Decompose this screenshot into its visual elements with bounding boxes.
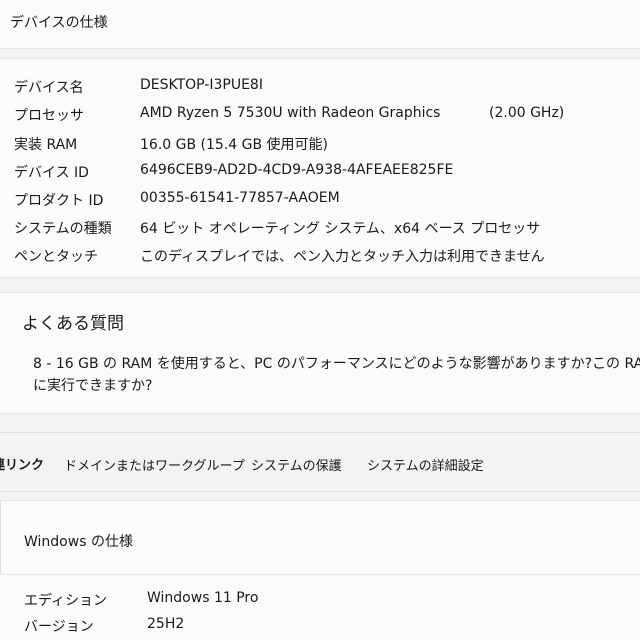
spec-row-product-id: プロダクト ID 00355-61541-77857-AAOEM bbox=[0, 187, 640, 215]
faq-question-link[interactable]: 8 - 16 GB の RAM を使用すると、PC のパフォーマンスにどのような… bbox=[33, 353, 640, 397]
related-links-label: 連リンク bbox=[0, 458, 45, 473]
spec-label: デバイス ID bbox=[14, 165, 89, 181]
system-about-page: デバイスの仕様 デバイス名 DESKTOP-I3PUE8I プロセッサ AMD … bbox=[0, 0, 640, 640]
processor-speed: (2.00 GHz) bbox=[489, 105, 565, 121]
win-row-edition: エディション Windows 11 Pro bbox=[0, 587, 640, 613]
spec-row-ram: 実装 RAM 16.0 GB (15.4 GB 使用可能) bbox=[0, 131, 640, 159]
related-links-bar: 連リンク ドメインまたはワークグループ システムの保護 システムの詳細設定 bbox=[0, 432, 640, 492]
spec-value: 00355-61541-77857-AAOEM bbox=[140, 190, 340, 206]
faq-question-line-2: に実行できますか? bbox=[33, 378, 153, 394]
spec-label: プロダクト ID bbox=[14, 193, 104, 209]
spec-label: プロセッサ bbox=[14, 108, 84, 124]
spec-label: デバイス名 bbox=[14, 80, 84, 96]
domain-workgroup-link[interactable]: ドメインまたはワークグループ bbox=[64, 455, 245, 474]
divider bbox=[0, 501, 1, 575]
spec-value: 64 ビット オペレーティング システム、x64 ベース プロセッサ bbox=[140, 221, 541, 237]
spec-label: システムの種類 bbox=[14, 221, 112, 237]
windows-specs-panel: エディション Windows 11 Pro バージョン 25H2 bbox=[0, 574, 640, 640]
spec-value: 25H2 bbox=[147, 616, 185, 632]
spec-value: 16.0 GB (15.4 GB 使用可能) bbox=[140, 137, 328, 153]
spec-row-device-id: デバイス ID 6496CEB9-AD2D-4CD9-A938-4AFEAEE8… bbox=[0, 159, 640, 187]
device-specs-header[interactable]: デバイスの仕様 bbox=[0, 0, 640, 49]
system-protection-link[interactable]: システムの保護 bbox=[251, 455, 342, 474]
spec-value: DESKTOP-I3PUE8I bbox=[140, 77, 263, 93]
spec-label: バージョン bbox=[24, 619, 94, 635]
windows-specs-title: Windows の仕様 bbox=[24, 534, 133, 550]
spec-label: ペンとタッチ bbox=[14, 249, 98, 265]
advanced-system-settings-link[interactable]: システムの詳細設定 bbox=[367, 455, 484, 474]
spec-row-system-type: システムの種類 64 ビット オペレーティング システム、x64 ベース プロセ… bbox=[0, 215, 640, 243]
spec-value: AMD Ryzen 5 7530U with Radeon Graphics bbox=[140, 105, 441, 121]
spec-row-device-name: デバイス名 DESKTOP-I3PUE8I bbox=[0, 74, 640, 102]
faq-question-line-1: 8 - 16 GB の RAM を使用すると、PC のパフォーマンスにどのような… bbox=[33, 356, 640, 372]
faq-panel: よくある質問 8 - 16 GB の RAM を使用すると、PC のパフォーマン… bbox=[0, 292, 640, 414]
spec-value: 6496CEB9-AD2D-4CD9-A938-4AFEAEE825FE bbox=[140, 162, 454, 178]
windows-specs-header[interactable]: Windows の仕様 bbox=[0, 500, 640, 575]
device-specs-title: デバイスの仕様 bbox=[10, 15, 108, 31]
spec-label: 実装 RAM bbox=[14, 137, 78, 153]
faq-title: よくある質問 bbox=[22, 314, 124, 334]
spec-label: エディション bbox=[24, 593, 108, 609]
spec-value: このディスプレイでは、ペン入力とタッチ入力は利用できません bbox=[140, 249, 545, 265]
spec-row-processor: プロセッサ AMD Ryzen 5 7530U with Radeon Grap… bbox=[0, 102, 640, 130]
win-row-version: バージョン 25H2 bbox=[0, 613, 640, 639]
device-specs-panel: デバイス名 DESKTOP-I3PUE8I プロセッサ AMD Ryzen 5 … bbox=[0, 58, 640, 278]
spec-value: Windows 11 Pro bbox=[147, 590, 259, 606]
spec-row-pen-touch: ペンとタッチ このディスプレイでは、ペン入力とタッチ入力は利用できません bbox=[0, 243, 640, 271]
